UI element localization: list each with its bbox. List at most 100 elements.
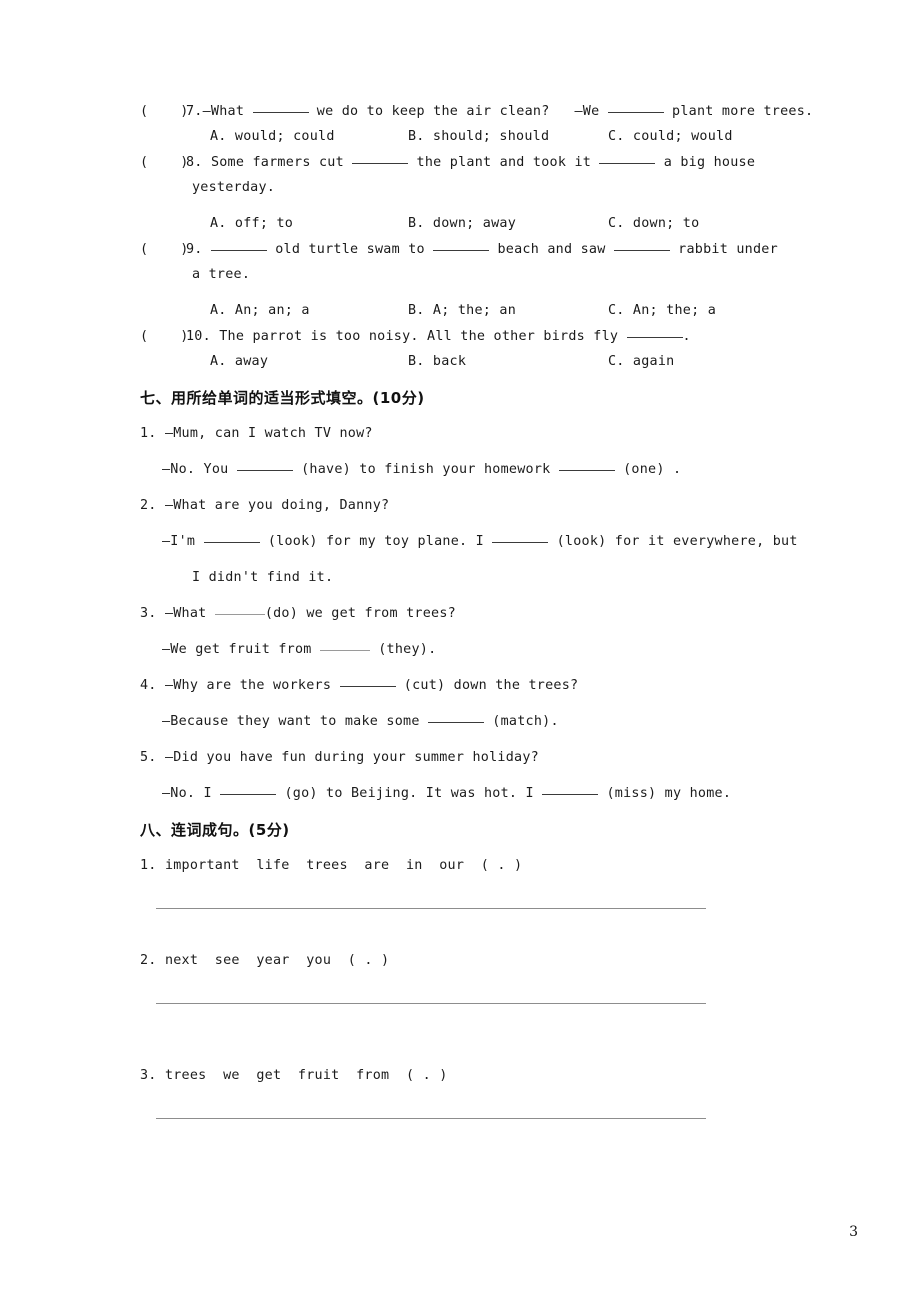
item-number: 3. [140,606,157,621]
item-text: next see year you ( . ) [164,953,390,968]
option-c-10[interactable]: C. again [608,344,675,380]
section7-item4-line1: 4. —Why are the workers (cut) down the t… [140,668,810,704]
option-b-8[interactable]: B. down; away [408,206,516,242]
item-text: (look) for my toy plane. I [259,534,493,549]
item-number: 4. [140,678,157,693]
section7-item2-line3: I didn't find it. [192,570,334,585]
item-number: 2. [140,498,157,513]
question-stem-9a: old turtle swam to [266,242,434,257]
item-number: 1. [140,858,157,873]
item-text: important life trees are in our ( . ) [164,858,523,873]
item-text: —Why are the workers [164,678,340,693]
item-text: (one) . [614,462,682,477]
item-text: —Did you have fun during your summer hol… [164,750,539,765]
question-row-7: ( ) 7.—What we do to keep the air clean?… [140,104,813,119]
option-a-9[interactable]: A. An; an; a [210,293,310,329]
fill-blank[interactable] [203,542,260,543]
fill-blank[interactable] [427,722,484,723]
fill-blank[interactable] [542,794,599,795]
item-text: —Because they want to make some [162,714,428,729]
item-text: (miss) my home. [598,786,732,801]
item-text: (do) we get from trees? [264,606,456,621]
option-c-9[interactable]: C. An; the; a [608,293,716,329]
page-content: ( ) 7.—What we do to keep the air clean?… [140,104,813,1119]
item-text: —We get fruit from [162,642,320,657]
fill-blank[interactable] [236,470,293,471]
item-number: 3. [140,1068,157,1083]
section7-item2-line1: 2. —What are you doing, Danny? [140,488,810,524]
fill-blank[interactable] [220,794,277,795]
section7-item5-line1: 5. —Did you have fun during your summer … [140,740,810,776]
question-row-8: ( ) 8. Some farmers cut the plant and to… [140,155,810,170]
fill-blank[interactable] [339,686,396,687]
answer-bracket-8[interactable]: ( ) [140,155,188,170]
fill-blank[interactable] [626,337,683,338]
option-b-7[interactable]: B. should; should [408,119,549,155]
fill-blank[interactable] [319,650,370,651]
fill-blank[interactable] [433,250,490,251]
fill-blank[interactable] [607,112,664,113]
question-row-10: ( ) 10. The parrot is too noisy. All the… [140,329,810,344]
question-stem-10b: . [682,329,691,344]
item-text: —I'm [162,534,204,549]
fill-blank[interactable] [613,250,670,251]
options-row-10: A. away B. back C. again [140,344,810,380]
item-text: (go) to Beijing. It was hot. I [276,786,543,801]
options-row-8: A. off; to B. down; away C. down; to [140,206,810,242]
fill-blank[interactable] [352,163,409,164]
section-eight-heading: 八、连词成句。(5分) [140,821,290,839]
fill-blank[interactable] [492,542,549,543]
option-a-8[interactable]: A. off; to [210,206,293,242]
item-text: —No. You [162,462,237,477]
question-stem-7a: —What [202,104,253,119]
exam-paper-page: ( ) 7.—What we do to keep the air clean?… [0,0,920,1302]
question-stem-8c: a big house [655,155,756,170]
fill-blank[interactable] [214,614,265,615]
question-8-continuation: yesterday. [192,180,276,195]
item-text: (match). [483,714,559,729]
option-c-7[interactable]: C. could; would [608,119,733,155]
fill-blank[interactable] [558,470,615,471]
item-number: 1. [140,426,157,441]
answer-writing-line-3[interactable] [156,1118,706,1119]
question-stem-8b: the plant and took it [408,155,600,170]
question-stem-10a: The parrot is too noisy. All the other b… [219,329,627,344]
question-stem-9b: beach and saw [489,242,614,257]
fill-blank[interactable] [210,250,267,251]
answer-bracket-9[interactable]: ( ) [140,242,188,257]
question-text-7: 7.—What we do to keep the air clean? —We… [186,104,813,119]
section8-item2: 2. next see year you ( . ) [140,943,810,979]
question-number-9: 9. [186,242,203,257]
options-row-7: A. would; could B. should; should C. cou… [140,119,810,155]
question-row-9: ( ) 9. old turtle swam to beach and saw … [140,242,810,257]
question-text-8: 8. Some farmers cut the plant and took i… [186,155,755,170]
section7-item4-line2: —Because they want to make some (match). [140,704,810,740]
option-b-9[interactable]: B. A; the; an [408,293,516,329]
section8-item1: 1. important life trees are in our ( . ) [140,848,810,884]
section7-item2-line2: —I'm (look) for my toy plane. I (look) f… [140,524,810,560]
item-text: (have) to finish your homework [292,462,559,477]
item-text: (look) for it everywhere, but [548,534,798,549]
question-stem-9c: rabbit under [669,242,778,257]
fill-blank[interactable] [252,112,309,113]
option-b-10[interactable]: B. back [408,344,466,380]
section7-item1-line1: 1. —Mum, can I watch TV now? [140,416,810,452]
section7-item3-line2: —We get fruit from (they). [140,632,810,668]
option-c-8[interactable]: C. down; to [608,206,699,242]
question-number-8: 8. [186,155,203,170]
answer-bracket-10[interactable]: ( ) [140,329,188,344]
item-text: —No. I [162,786,221,801]
item-text: (cut) down the trees? [395,678,579,693]
item-number: 5. [140,750,157,765]
option-a-10[interactable]: A. away [210,344,268,380]
answer-bracket-7[interactable]: ( ) [140,104,188,119]
item-number: 2. [140,953,157,968]
option-a-7[interactable]: A. would; could [210,119,335,155]
section7-item3-line1: 3. —What (do) we get from trees? [140,596,810,632]
fill-blank[interactable] [599,163,656,164]
page-number: 3 [849,1224,858,1240]
item-text: (they). [369,642,437,657]
